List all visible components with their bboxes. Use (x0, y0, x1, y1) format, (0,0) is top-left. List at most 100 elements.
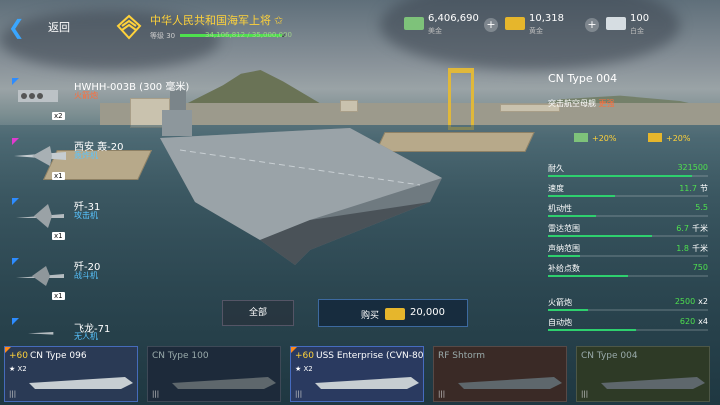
cash-bonus: +20% (592, 134, 617, 143)
gold-bar-icon (648, 133, 662, 142)
add-gold-button[interactable]: + (585, 18, 599, 32)
stat-bar (548, 195, 708, 197)
unit-count: x1 (52, 232, 65, 240)
ship-silhouette (458, 377, 562, 389)
back-button[interactable]: 返回 (48, 19, 70, 35)
unit-type: 战斗机 (74, 271, 98, 280)
stat-value: 6.7 千米 (676, 224, 708, 233)
stat-label: 耐久 (548, 164, 564, 173)
ship-silhouette (29, 377, 133, 389)
ship-silhouette (601, 377, 705, 389)
card-tier: ||| (295, 390, 303, 398)
unit-type: 攻击机 (74, 211, 98, 220)
card-name: +60 CN Type 096 (9, 351, 87, 361)
buy-price: 20,000 (410, 307, 445, 318)
stat-label: 机动性 (548, 204, 572, 213)
bomber-icon (14, 146, 66, 166)
card-name: CN Type 100 (152, 351, 209, 361)
buy-label: 购买 (361, 311, 380, 321)
stat-label: 速度 (548, 184, 564, 193)
ship-card[interactable]: +60 USS Enterprise (CVN-80) ★ X2 ||| (290, 346, 424, 402)
ship-card[interactable]: CN Type 100 ||| (147, 346, 281, 402)
rank-chevron-icon (116, 14, 142, 40)
card-tier: ||| (9, 390, 17, 398)
stat-row: 声纳范围 1.8 千米 (548, 243, 708, 261)
stat-value: 11.7 节 (679, 184, 708, 193)
unit-count: x2 (52, 112, 65, 120)
stat-row: 速度 11.7 节 (548, 183, 708, 201)
rank-title: 中华人民共和国海军上将 ✩ (150, 14, 284, 27)
star-icon: ✩ (274, 14, 284, 27)
card-tier: ||| (581, 390, 589, 398)
currency-value: 6,406,690 (428, 13, 479, 24)
ship-card[interactable]: +60 CN Type 096 ★ X2 ||| (4, 346, 138, 402)
stat-value: 1.8 千米 (676, 244, 708, 253)
upgrade-link[interactable]: 更强 (599, 99, 615, 108)
unit-type: 无人机 (74, 332, 98, 341)
unit-count: x1 (52, 292, 65, 300)
card-tier: ||| (152, 390, 160, 398)
stat-bar (548, 329, 708, 331)
stat-bar (548, 275, 708, 277)
stat-value: 5.5 (695, 203, 708, 212)
card-name: CN Type 004 (581, 351, 638, 361)
stat-bar (548, 215, 708, 217)
stat-row: 耐久 321500 (548, 163, 708, 181)
stat-bar (548, 309, 708, 311)
ship-title: CN Type 004 (548, 72, 618, 85)
ship-card[interactable]: RF Shtorm ||| (433, 346, 567, 402)
ship-class: 突击航空母舰 (548, 99, 596, 108)
cash-icon (404, 17, 424, 30)
list-item[interactable]: 歼-20 战斗机 x1 (8, 258, 148, 318)
port-crane (448, 68, 474, 130)
stat-value: 2500 x2 (674, 297, 708, 306)
list-item[interactable]: 歼-31 攻击机 x1 (8, 198, 148, 258)
attack-jet-icon (16, 204, 64, 228)
stat-bar (548, 255, 708, 257)
ship-silhouette (315, 377, 419, 389)
stat-value: 321500 (677, 163, 708, 172)
stat-row: 补给点数 750 (548, 263, 708, 281)
card-name: RF Shtorm (438, 351, 486, 361)
fighter-jet-icon (16, 266, 64, 286)
buy-button[interactable]: 购买 20,000 (318, 299, 468, 327)
rocket-launcher-icon (18, 90, 58, 102)
stat-label: 声纳范围 (548, 244, 580, 253)
list-item[interactable]: HWHH-003B (300 毫米) 火箭炮 x2 (8, 78, 189, 138)
stat-row: 自动炮 620 x4 (548, 317, 708, 335)
stat-bar (548, 235, 708, 237)
stat-row: 机动性 5.5 (548, 203, 708, 221)
stat-label: 补给点数 (548, 264, 580, 273)
unit-type: 轰炸机 (74, 151, 98, 160)
gold-bar-icon (505, 17, 525, 30)
gold-bar-icon (385, 308, 405, 320)
ship-card[interactable]: CN Type 004 ||| (576, 346, 710, 402)
stat-row: 火箭炮 2500 x2 (548, 297, 708, 315)
stat-bar (548, 175, 708, 177)
stat-value: 620 x4 (679, 317, 708, 326)
currency-name: 白金 (630, 27, 644, 35)
platinum-bar-icon (606, 17, 626, 30)
unit-type: 火箭炮 (74, 91, 98, 100)
list-item[interactable]: 西安 轰-20 轰炸机 x1 (8, 138, 148, 198)
ship-silhouette (172, 377, 276, 389)
card-tier: ||| (438, 390, 446, 398)
stat-label: 火箭炮 (548, 298, 572, 307)
level-label: 等级 30 (150, 32, 176, 40)
card-name: +60 USS Enterprise (CVN-80) (295, 351, 424, 361)
cash-icon (574, 133, 588, 142)
stat-value: 750 (692, 263, 708, 272)
unit-count: x1 (52, 172, 65, 180)
currency-name: 黄金 (529, 27, 543, 35)
stat-row: 雷达范围 6.7 千米 (548, 223, 708, 241)
back-arrow-icon[interactable]: ❮ (8, 16, 26, 38)
add-cash-button[interactable]: + (484, 18, 498, 32)
stat-label: 雷达范围 (548, 224, 580, 233)
xp-text: 34,106,812 / 35,000,000 (205, 31, 292, 39)
currency-name: 美金 (428, 27, 442, 35)
filter-all-button[interactable]: 全部 (222, 300, 294, 326)
ship-subtitle: 突击航空母舰 更强 (548, 98, 615, 109)
currency-value: 100 (630, 13, 650, 24)
currency-value: 10,318 (529, 13, 564, 24)
list-item[interactable]: 飞龙-71 无人机 (8, 318, 148, 344)
